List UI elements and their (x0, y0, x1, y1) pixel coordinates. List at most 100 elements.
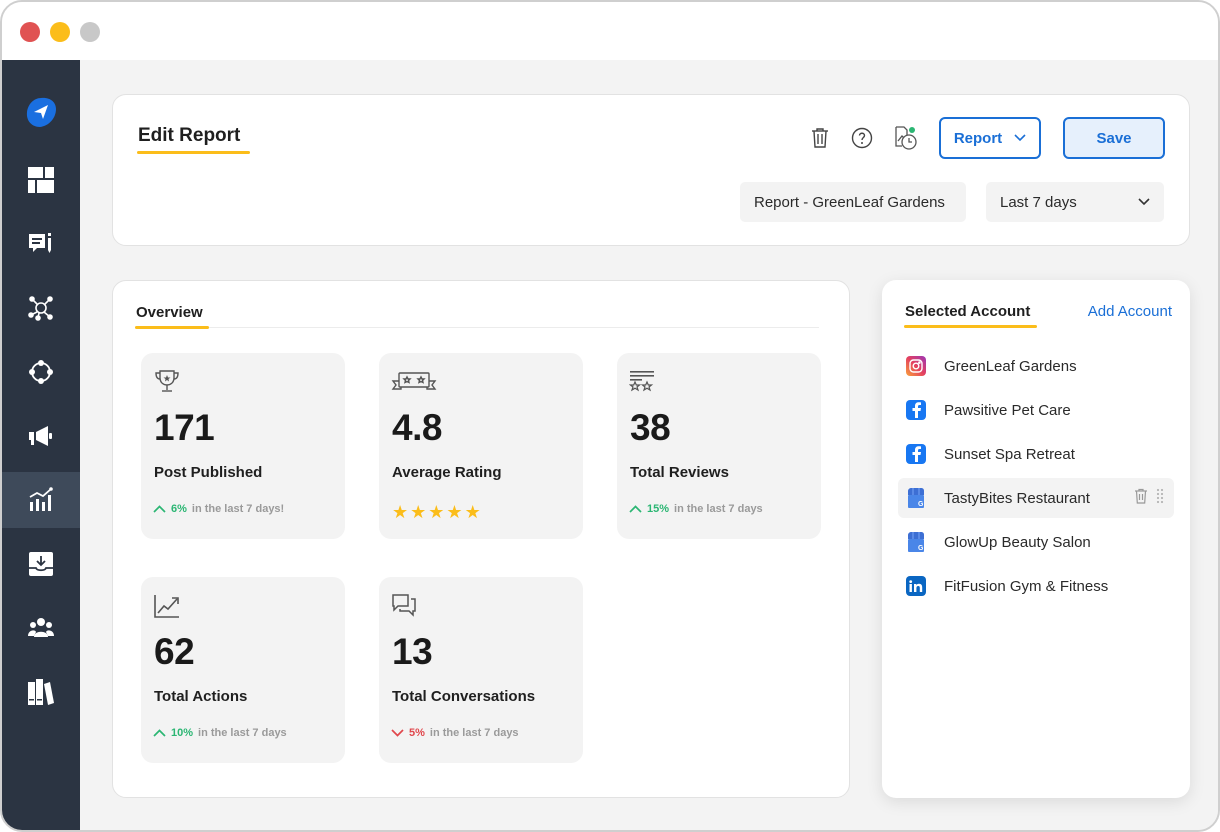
google-business-icon: G (906, 532, 926, 552)
trend-percent: 15% (647, 503, 670, 515)
star-icon: ★ (464, 502, 481, 522)
account-item[interactable]: G GlowUp Beauty Salon (898, 522, 1174, 562)
analytics-chart-icon (29, 487, 53, 511)
stat-label: Post Published (154, 464, 263, 481)
schedule-report-icon (895, 126, 917, 150)
account-item[interactable]: Sunset Spa Retreat (898, 434, 1174, 474)
facebook-icon (906, 444, 926, 464)
sidebar-item-logo[interactable] (2, 84, 80, 140)
drag-handle-icon[interactable] (1156, 488, 1164, 504)
sidebar-item-connections[interactable] (2, 344, 80, 400)
date-range-value: Last 7 days (1000, 193, 1077, 211)
chevron-down-icon (1138, 198, 1150, 206)
stat-card-total-reviews: 38 Total Reviews 15% in the last 7 days (617, 353, 821, 539)
trend-suffix: in the last 7 days (198, 727, 287, 739)
sidebar (2, 60, 80, 830)
inbox-download-icon (29, 552, 53, 576)
stat-value: 13 (392, 631, 433, 672)
rating-badge-icon (391, 372, 437, 390)
stat-trend: 5% in the last 7 days (391, 727, 519, 739)
sidebar-item-posts[interactable] (2, 216, 80, 272)
reviews-icon (629, 371, 654, 392)
trash-icon[interactable] (1134, 488, 1148, 504)
selected-accounts-card: Selected Account Add Account GreenLeaf G… (882, 280, 1190, 798)
report-name-field[interactable]: Report - GreenLeaf Gardens (740, 182, 966, 222)
stat-value: 38 (630, 407, 671, 448)
tab-divider (135, 327, 819, 328)
trend-up-icon (629, 505, 642, 513)
delete-report-button[interactable] (807, 125, 833, 151)
date-range-select[interactable]: Last 7 days (986, 182, 1164, 222)
schedule-report-button[interactable] (893, 125, 919, 151)
save-button[interactable]: Save (1063, 117, 1165, 159)
account-name: Sunset Spa Retreat (944, 445, 1075, 463)
add-account-link[interactable]: Add Account (1088, 303, 1172, 320)
app-window: Edit Report Report Save Report - GreenLe… (0, 0, 1220, 832)
account-name: FitFusion Gym & Fitness (944, 577, 1109, 595)
svg-text:G: G (918, 545, 924, 552)
stat-trend: 6% in the last 7 days! (153, 503, 284, 515)
sidebar-item-reports[interactable] (2, 472, 80, 528)
account-actions (1134, 488, 1164, 504)
sidebar-item-campaigns[interactable] (2, 408, 80, 464)
title-bar (2, 2, 1218, 60)
stat-label: Total Actions (154, 688, 248, 705)
maximize-window-button[interactable] (80, 22, 100, 42)
trend-down-icon (391, 729, 404, 737)
star-icon: ★ (428, 502, 445, 522)
minimize-window-button[interactable] (50, 22, 70, 42)
tab-overview[interactable]: Overview (136, 304, 203, 321)
close-window-button[interactable] (20, 22, 40, 42)
trend-percent: 6% (171, 503, 187, 515)
google-business-icon: G (906, 488, 926, 508)
star-icon: ★ (410, 502, 427, 522)
stat-value: 4.8 (392, 407, 442, 448)
active-tab-indicator (904, 325, 1037, 328)
stat-value: 171 (154, 407, 215, 448)
stat-card-total-actions: 62 Total Actions 10% in the last 7 days (141, 577, 345, 763)
page-title: Edit Report (138, 125, 241, 146)
sidebar-item-library[interactable] (2, 664, 80, 720)
active-tab-indicator (135, 326, 209, 329)
sidebar-item-team[interactable] (2, 600, 80, 656)
star-rating: ★ ★ ★ ★ ★ (392, 503, 481, 521)
account-item[interactable]: FitFusion Gym & Fitness (898, 566, 1174, 606)
account-name: GlowUp Beauty Salon (944, 533, 1091, 551)
report-dropdown-button[interactable]: Report (939, 117, 1041, 159)
trend-percent: 5% (409, 727, 425, 739)
sidebar-item-dashboard[interactable] (2, 152, 80, 208)
account-item[interactable]: Pawsitive Pet Care (898, 390, 1174, 430)
dashboard-grid-icon (28, 167, 54, 193)
sidebar-item-network[interactable] (2, 280, 80, 336)
help-button[interactable] (849, 125, 875, 151)
trend-percent: 10% (171, 727, 194, 739)
stat-label: Total Reviews (630, 464, 729, 481)
stat-label: Average Rating (392, 464, 502, 481)
stat-card-total-conversations: 13 Total Conversations 5% in the last 7 … (379, 577, 583, 763)
stat-value: 62 (154, 631, 195, 672)
account-item[interactable]: G TastyBites Restaurant (898, 478, 1174, 518)
trash-icon (812, 128, 828, 148)
trend-suffix: in the last 7 days! (191, 503, 285, 515)
account-item[interactable]: GreenLeaf Gardens (898, 346, 1174, 386)
stat-label: Total Conversations (392, 688, 536, 705)
account-list: GreenLeaf Gardens Pawsitive Pet Care Sun… (898, 346, 1174, 610)
trophy-icon (155, 370, 179, 392)
title-underline (137, 151, 250, 154)
report-header-card: Edit Report Report Save Report - GreenLe… (112, 94, 1190, 246)
tab-selected-account[interactable]: Selected Account (905, 303, 1030, 320)
compose-message-icon (29, 233, 51, 253)
chevron-down-icon (1014, 134, 1026, 142)
instagram-icon (906, 356, 926, 376)
linkedin-icon (906, 576, 926, 596)
paper-plane-icon (26, 97, 56, 127)
trend-up-icon (153, 729, 166, 737)
facebook-icon (906, 400, 926, 420)
stat-trend: 10% in the last 7 days (153, 727, 287, 739)
stat-card-average-rating: 4.8 Average Rating ★ ★ ★ ★ ★ (379, 353, 583, 539)
svg-text:G: G (918, 501, 924, 508)
books-library-icon (28, 679, 54, 705)
sidebar-item-inbox[interactable] (2, 536, 80, 592)
overview-card: Overview 171 Post Published 6% in the la… (112, 280, 850, 798)
circle-nodes-icon (29, 360, 53, 384)
